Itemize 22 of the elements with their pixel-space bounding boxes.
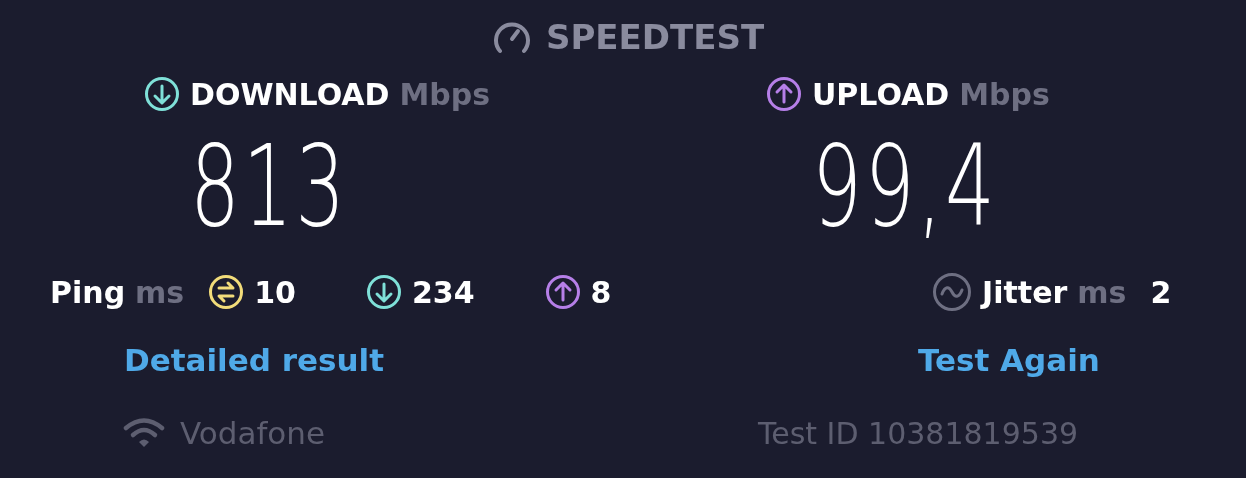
detailed-result-link[interactable]: Detailed result [124,342,385,378]
unit-label: ms [1077,274,1127,310]
wave-icon [932,272,972,312]
ping-value: 234 [412,274,475,310]
result-label: UPLOAD [812,76,950,112]
ping-value: 10 [254,274,296,310]
unit-label: ms [135,274,185,310]
app-title: SPEEDTEST [545,17,765,57]
ping-label: Ping [50,274,126,310]
ping-value: 8 [590,274,612,310]
jitter-value: 2 [1150,274,1172,310]
jitter-label: Jitter [982,274,1068,310]
unit-label: Mbps [959,76,1050,112]
speed-value: 813 [190,120,349,253]
test-id: Test ID 10381819539 [758,415,1079,451]
unit-label: Mbps [399,76,491,112]
result-label: DOWNLOAD [190,76,390,112]
provider-name: Vodafone [180,415,326,451]
test-again-link[interactable]: Test Again [918,342,1100,378]
speedometer-icon [491,19,532,55]
speed-value: 99,4 [812,120,998,253]
wifi-icon [122,416,166,450]
